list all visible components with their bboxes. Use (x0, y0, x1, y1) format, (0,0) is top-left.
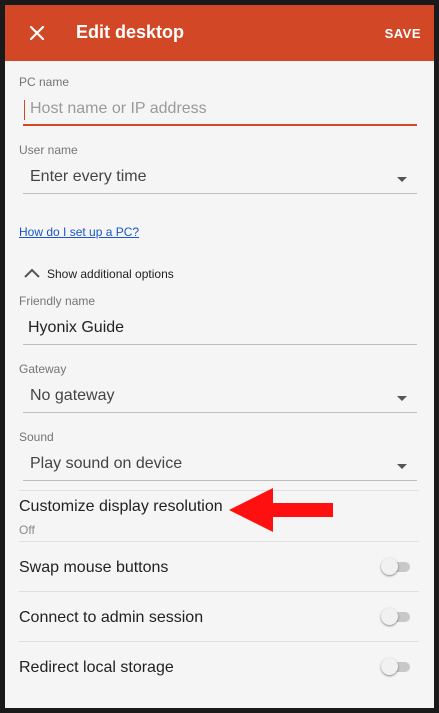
pc-name-label: PC name (19, 75, 70, 89)
gateway-underline (23, 412, 417, 413)
pc-name-underline (23, 124, 417, 126)
swap-mouse-buttons-label: Swap mouse buttons (19, 559, 169, 576)
save-button[interactable]: SAVE (385, 26, 421, 41)
user-name-label: User name (19, 143, 78, 157)
chevron-up-icon (24, 268, 40, 278)
divider (19, 490, 419, 491)
text-cursor (24, 100, 25, 120)
swap-mouse-buttons-switch[interactable] (381, 556, 411, 578)
user-name-dropdown[interactable]: Enter every time (23, 164, 417, 194)
friendly-name-label: Friendly name (19, 294, 96, 308)
gateway-value: No gateway (30, 387, 115, 404)
caret-down-icon (397, 464, 407, 469)
admin-session-label: Connect to admin session (19, 609, 204, 626)
admin-session-switch[interactable] (381, 606, 411, 628)
close-icon[interactable] (25, 21, 49, 45)
friendly-name-underline (23, 344, 417, 345)
pc-name-input[interactable]: Host name or IP address (23, 96, 417, 126)
friendly-name-value: Hyonix Guide (28, 319, 125, 336)
caret-down-icon (397, 396, 407, 401)
gateway-label: Gateway (19, 362, 67, 376)
caret-down-icon (397, 177, 407, 182)
divider (19, 541, 419, 542)
show-additional-options-label: Show additional options (47, 267, 174, 281)
page-title: Edit desktop (76, 22, 185, 42)
redirect-storage-label: Redirect local storage (19, 659, 174, 676)
sound-label: Sound (19, 430, 54, 444)
user-name-underline (23, 193, 417, 194)
setup-help-link[interactable]: How do I set up a PC? (19, 225, 139, 239)
annotation-arrow-icon (229, 488, 333, 532)
user-name-value: Enter every time (30, 168, 147, 185)
redirect-storage-switch[interactable] (381, 656, 411, 678)
edit-desktop-screen: Edit desktop SAVE PC name Host name or I… (5, 5, 434, 708)
divider (19, 641, 419, 642)
app-bar: Edit desktop SAVE (5, 5, 434, 61)
divider (19, 591, 419, 592)
gateway-dropdown[interactable]: No gateway (23, 383, 417, 413)
display-resolution-title: Customize display resolution (19, 498, 223, 515)
display-resolution-value: Off (19, 523, 35, 537)
sound-value: Play sound on device (30, 455, 183, 472)
friendly-name-input[interactable]: Hyonix Guide (23, 315, 417, 345)
sound-dropdown[interactable]: Play sound on device (23, 451, 417, 481)
pc-name-placeholder: Host name or IP address (30, 100, 207, 117)
sound-underline (23, 480, 417, 481)
